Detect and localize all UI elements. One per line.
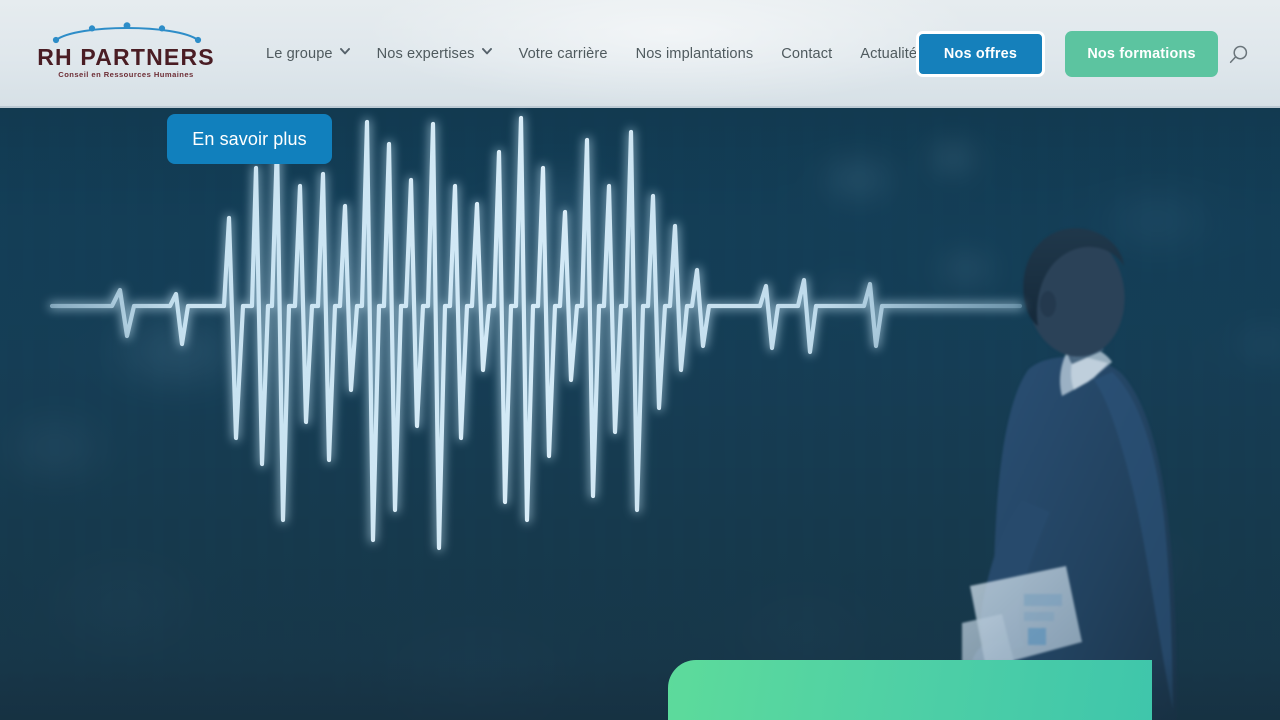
nav-item-contact[interactable]: Contact (767, 37, 846, 71)
hero-businessman-image (962, 200, 1262, 720)
nav-item-votre-carriere[interactable]: Votre carrière (505, 37, 622, 71)
chevron-down-icon (339, 48, 350, 57)
green-content-panel[interactable] (668, 660, 1152, 720)
en-savoir-plus-label: En savoir plus (192, 128, 307, 149)
nav-label: Nos expertises (376, 46, 475, 62)
nav-item-nos-expertises[interactable]: Nos expertises (363, 37, 505, 71)
search-icon[interactable] (1228, 44, 1250, 66)
nos-formations-button[interactable]: Nos formations (1065, 31, 1218, 77)
hero-section: En savoir plus (0, 108, 1280, 720)
logo-tagline: Conseil en Ressources Humaines (58, 70, 194, 79)
nav-label: Le groupe (266, 46, 333, 62)
nos-offres-button[interactable]: Nos offres (916, 31, 1045, 77)
site-logo[interactable]: RH PARTNERS Conseil en Ressources Humain… (36, 22, 216, 84)
page-root: RH PARTNERS Conseil en Ressources Humain… (0, 0, 1280, 720)
primary-navigation: Le groupe Nos expertises Votre carrière … (252, 0, 939, 108)
chevron-down-icon (481, 48, 492, 57)
en-savoir-plus-button[interactable]: En savoir plus (167, 114, 332, 164)
nav-label: Votre carrière (518, 46, 608, 62)
nos-formations-label: Nos formations (1087, 46, 1196, 62)
logo-arc-icon (52, 22, 202, 44)
nav-item-nos-implantations[interactable]: Nos implantations (622, 37, 768, 71)
nav-label: Actualités (860, 46, 925, 62)
nav-label: Contact (781, 46, 833, 62)
nav-label: Nos implantations (635, 46, 754, 62)
nav-item-le-groupe[interactable]: Le groupe (252, 37, 363, 71)
nos-offres-label: Nos offres (943, 46, 1018, 62)
logo-wordmark: RH PARTNERS (37, 44, 215, 70)
site-header: RH PARTNERS Conseil en Ressources Humain… (0, 0, 1280, 108)
search-icon-glyph (1229, 45, 1248, 64)
